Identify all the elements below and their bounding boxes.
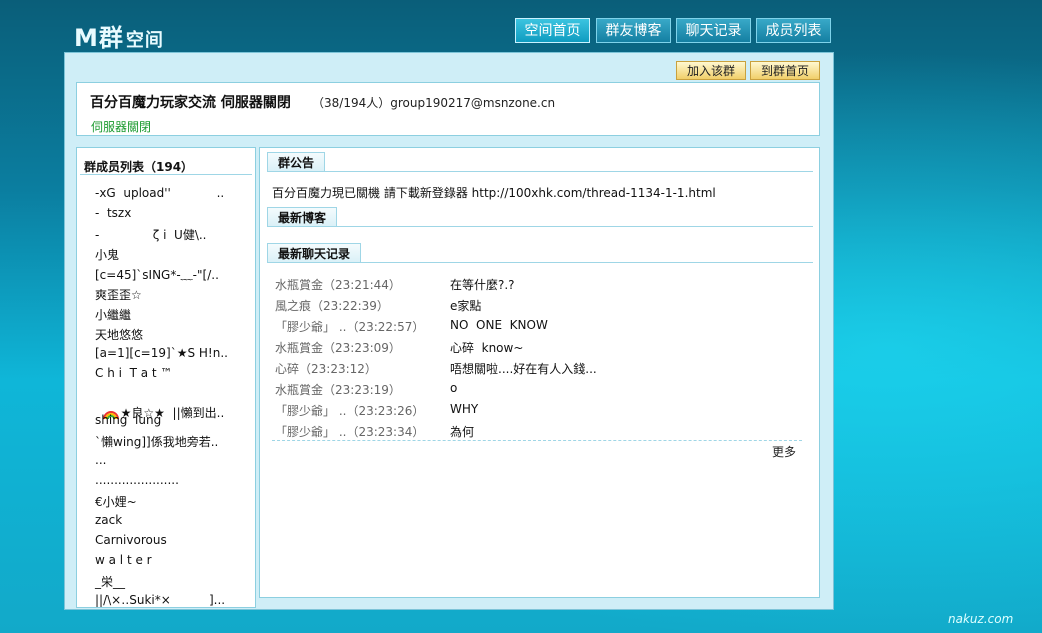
announcement-text: 百分百魔力現已關機 請下載新登錄器 http://100xhk.com/thre… <box>272 186 716 200</box>
chat-message: e家點 <box>450 299 482 313</box>
member-item[interactable]: zack <box>95 513 122 527</box>
member-item[interactable]: 小鬼 <box>95 246 119 263</box>
member-item[interactable]: ...................... <box>95 473 179 487</box>
site-logo[interactable]: M群 空间 <box>74 18 164 53</box>
chat-user[interactable]: 「膠少爺」 ..（23:23:34） <box>275 423 424 440</box>
chat-message: 為何 <box>450 425 475 439</box>
divider <box>267 226 813 227</box>
divider <box>267 262 813 263</box>
chat-message: 唔想關啦....好在有人入錢... <box>450 362 597 376</box>
chat-user[interactable]: 心碎（23:23:12） <box>275 360 377 377</box>
nav-space-home[interactable]: 空间首页 <box>515 18 590 43</box>
member-item[interactable]: 天地悠悠 <box>95 326 143 343</box>
chat-message: o <box>450 381 458 395</box>
member-item[interactable]: [c=45]`sING*-﹏-"[/.. <box>95 266 219 283</box>
join-group-button[interactable]: 加入该群 <box>676 61 746 80</box>
member-item[interactable]: [a=1][c=19]`★S H!n.. <box>95 346 228 360</box>
chat-message: NO ONE KNOW <box>450 318 548 332</box>
member-item[interactable]: `懶wing]]係我地旁若.. <box>95 433 218 450</box>
member-item[interactable]: Carnivorous <box>95 533 167 547</box>
divider <box>80 174 252 175</box>
member-item[interactable]: €小娌~ <box>95 493 137 510</box>
group-title: 百分百魔力玩家交流 伺服器關閉 <box>90 95 291 111</box>
section-title-blogs[interactable]: 最新博客 <box>267 207 338 227</box>
divider <box>267 171 813 172</box>
chat-message: 在等什麼?.? <box>450 278 515 292</box>
member-item[interactable]: - tszx <box>95 206 131 220</box>
member-item[interactable]: w a l t e r <box>95 553 152 567</box>
group-home-button[interactable]: 到群首页 <box>750 61 820 80</box>
chat-user[interactable]: 「膠少爺」 ..（23:22:57） <box>275 318 424 335</box>
member-item[interactable]: ... <box>95 453 106 467</box>
nav-group-blogs[interactable]: 群友博客 <box>596 18 671 43</box>
member-item[interactable]: shing lung <box>95 413 161 427</box>
group-description: 伺服器關閉 <box>91 120 152 134</box>
member-item[interactable]: C h i T a t ™ <box>95 366 172 380</box>
member-item[interactable]: ||/\×‥Suki*× ]... <box>95 593 225 607</box>
section-title-chat[interactable]: 最新聊天记录 <box>267 243 362 263</box>
chat-user[interactable]: 水瓶賞金（23:21:44） <box>275 276 401 293</box>
member-item[interactable]: 爽歪歪☆ <box>95 286 142 303</box>
group-meta: （38/194人）group190217@msnzone.cn <box>312 96 556 110</box>
divider <box>272 440 802 441</box>
more-link[interactable]: 更多 <box>772 443 796 460</box>
chat-message: 心碎 know~ <box>450 341 524 355</box>
nav-chat-log[interactable]: 聊天记录 <box>676 18 751 43</box>
section-title-announcement: 群公告 <box>267 152 326 172</box>
chat-user[interactable]: 水瓶賞金（23:23:19） <box>275 381 401 398</box>
member-item[interactable]: - ζ i U健\.. <box>95 226 207 243</box>
logo-sub-text: 空间 <box>125 30 164 51</box>
member-item[interactable]: 小繼繼 <box>95 306 131 323</box>
chat-user[interactable]: 風之痕（23:22:39） <box>275 297 389 314</box>
member-list-title: 群成员列表（194） <box>84 160 194 174</box>
chat-user[interactable]: 水瓶賞金（23:23:09） <box>275 339 401 356</box>
chat-user[interactable]: 「膠少爺」 ..（23:23:26） <box>275 402 424 419</box>
logo-main-text: M群 <box>74 24 124 52</box>
nav-member-list[interactable]: 成员列表 <box>756 18 831 43</box>
member-item[interactable]: _栄__ <box>95 573 125 590</box>
chat-message: WHY <box>450 402 479 416</box>
member-item[interactable]: -xG upload'' .. <box>95 186 224 200</box>
watermark: nakuz.com <box>948 612 1014 626</box>
